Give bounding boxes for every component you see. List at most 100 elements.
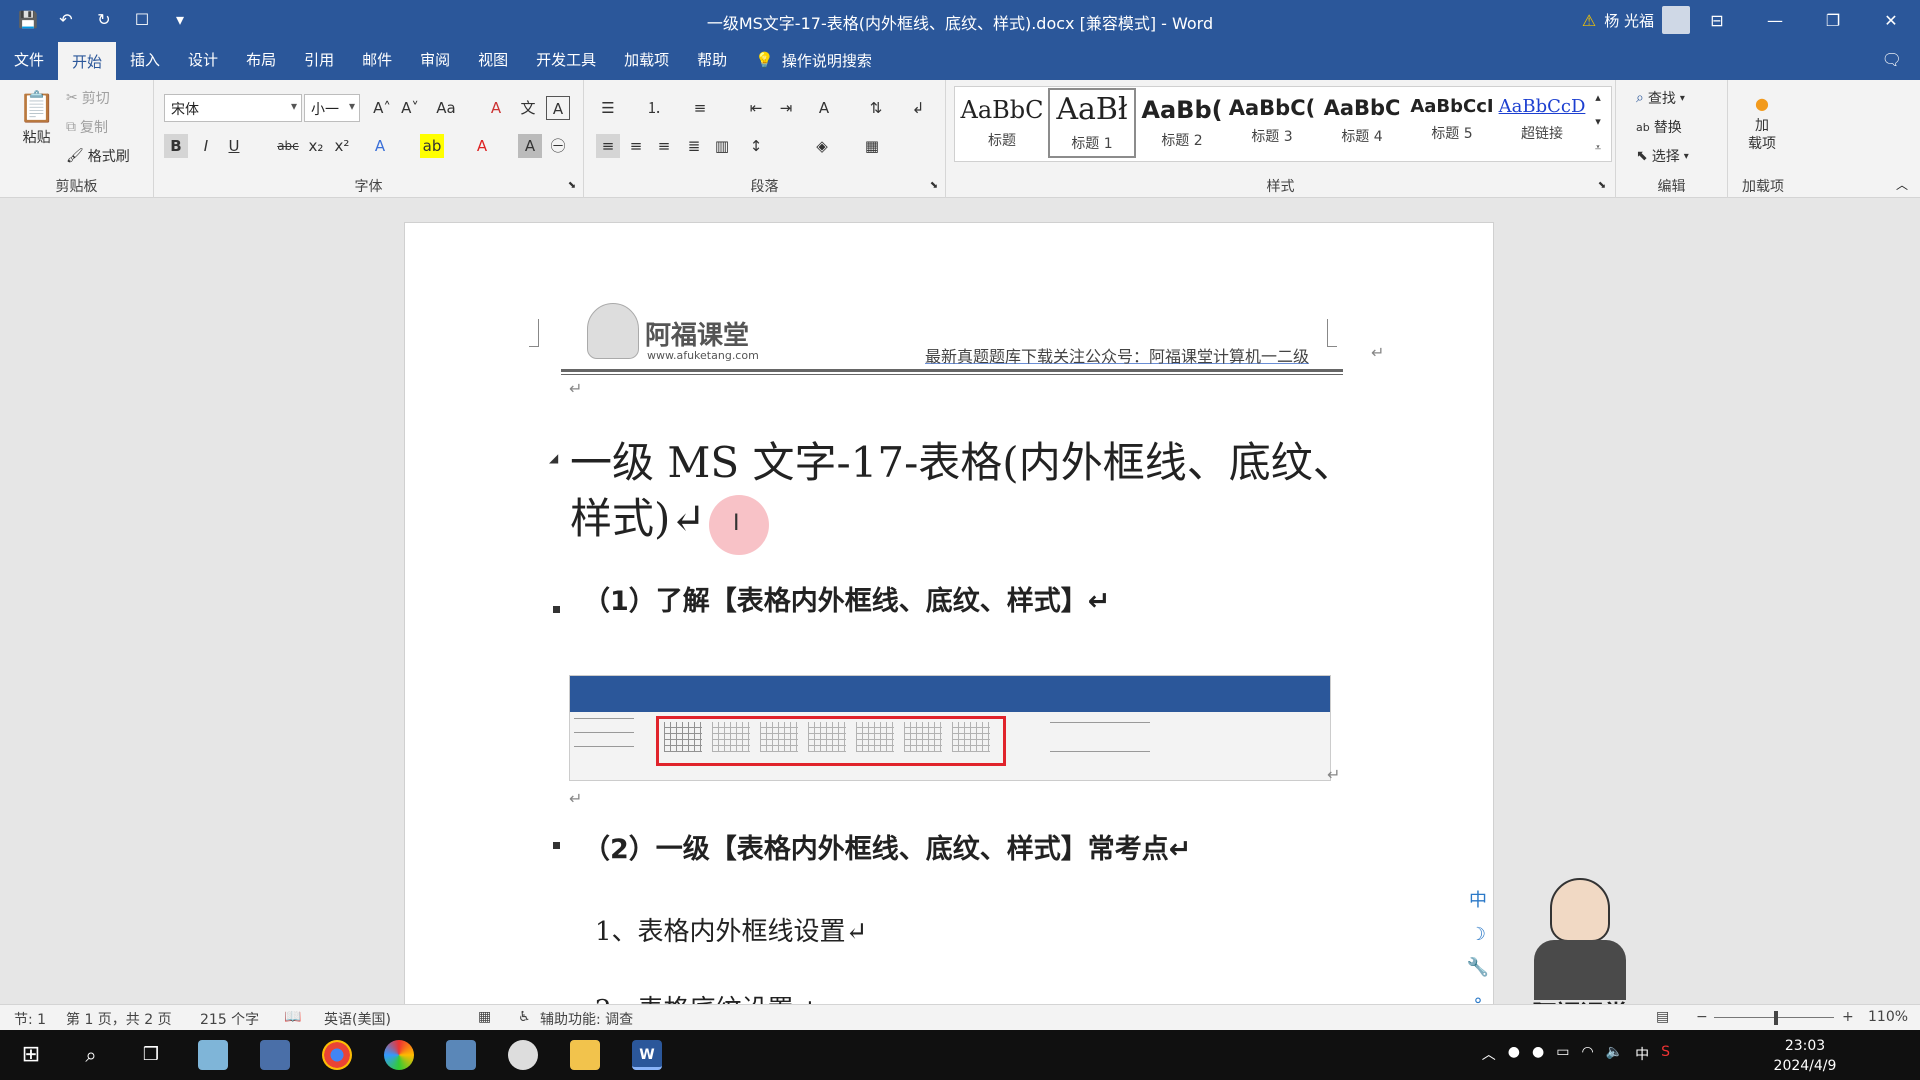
sort-icon[interactable]: ⇅ (864, 96, 888, 120)
gallery-up-icon[interactable]: ▴ (1586, 86, 1610, 110)
tab-view[interactable]: 视图 (464, 40, 522, 80)
restore-icon[interactable]: ❐ (1804, 0, 1862, 40)
tray-app-icon[interactable]: S (1661, 1044, 1670, 1064)
select-button[interactable]: ⬉ 选择 ▾ (1636, 146, 1689, 166)
app-icon[interactable] (260, 1040, 290, 1070)
wifi-icon[interactable]: ◠ (1581, 1044, 1593, 1064)
heading-2[interactable]: （2）一级【表格内外框线、底纹、样式】常考点↵ (583, 827, 1191, 866)
numbering-icon[interactable]: ⒈ (642, 96, 666, 120)
volume-icon[interactable]: 🔈 (1606, 1044, 1623, 1064)
app-icon[interactable] (384, 1040, 414, 1070)
tab-review[interactable]: 审阅 (406, 40, 464, 80)
addins-button[interactable]: ● 加 载项 (1748, 94, 1776, 153)
align-center-icon[interactable]: ≡ (624, 134, 648, 158)
proofing-icon[interactable]: 📖 (284, 1009, 301, 1025)
wrench-icon[interactable]: 🔧 (1467, 957, 1489, 978)
chevron-up-icon[interactable]: ︿ (1482, 1044, 1496, 1064)
list-item[interactable]: 1、表格内外框线设置↵ (595, 911, 867, 948)
superscript-icon[interactable]: x² (330, 134, 354, 158)
macro-icon[interactable]: ▦ (478, 1009, 491, 1025)
zoom-level[interactable]: 110% (1868, 1009, 1908, 1025)
embedded-screenshot[interactable] (569, 675, 1331, 781)
tab-help[interactable]: 帮助 (683, 40, 741, 80)
change-case-icon[interactable]: Aa (434, 96, 458, 120)
style-hyperlink[interactable]: AaBbCcD 超链接 (1498, 88, 1586, 158)
paste-button[interactable]: 📋 粘贴 (18, 90, 55, 147)
header-note[interactable]: 最新真题题库下载关注公众号：阿福课堂计算机一二级 (925, 343, 1309, 367)
collapse-ribbon-icon[interactable]: ︿ (1896, 176, 1908, 193)
avatar[interactable] (1662, 6, 1690, 34)
decrease-indent-icon[interactable]: ⇤ (744, 96, 768, 120)
status-language[interactable]: 英语(美国) (324, 1009, 391, 1029)
clock[interactable]: 23:03 2024/4/9 (1760, 1036, 1850, 1076)
style-heading5[interactable]: AaBbCcI 标题 5 (1408, 88, 1496, 158)
chrome-icon[interactable] (322, 1040, 352, 1070)
tab-layout[interactable]: 布局 (232, 40, 290, 80)
page[interactable]: 阿福课堂 www.afuketang.com 最新真题题库下载关注公众号：阿福课… (404, 222, 1494, 1004)
word-icon[interactable]: W (632, 1040, 662, 1070)
status-words[interactable]: 215 个字 (200, 1009, 259, 1029)
user-area[interactable]: ⚠ 杨 光福 (1582, 6, 1690, 34)
list-item[interactable]: 2、表格底纹设置↵ (595, 989, 815, 1004)
app-icon[interactable] (508, 1040, 538, 1070)
shrink-font-icon[interactable]: A˅ (398, 96, 422, 120)
style-heading1[interactable]: AaBł 标题 1 (1048, 88, 1136, 158)
multilevel-list-icon[interactable]: ≡ (688, 96, 712, 120)
replace-button[interactable]: ab 替换 (1636, 117, 1682, 137)
zoom-in-icon[interactable]: + (1842, 1009, 1854, 1025)
tab-developer[interactable]: 开发工具 (522, 40, 610, 80)
document-title[interactable]: 一级 MS 文字-17-表格(内外框线、底纹、 样式)↵ (570, 435, 1370, 547)
style-heading2[interactable]: AaBb(标题 2 (1138, 88, 1226, 158)
user-name[interactable]: 杨 光福 (1604, 10, 1654, 31)
tab-file[interactable]: 文件 (0, 40, 58, 80)
status-accessibility[interactable]: 辅助功能: 调查 (540, 1009, 633, 1029)
subscript-icon[interactable]: x₂ (304, 134, 328, 158)
battery-icon[interactable]: ▭ (1556, 1044, 1569, 1064)
chinese-layout-icon[interactable]: A (812, 96, 836, 120)
show-marks-icon[interactable]: ↲ (906, 96, 930, 120)
ime-chinese-icon[interactable]: 中 (1469, 886, 1487, 912)
comments-icon[interactable]: 🗨 (1882, 50, 1902, 69)
style-heading3[interactable]: AaBbC(标题 3 (1228, 88, 1316, 158)
file-explorer-icon[interactable] (570, 1040, 600, 1070)
start-icon[interactable]: ⊞ (16, 1040, 46, 1070)
distributed-icon[interactable]: ▥ (710, 134, 734, 158)
text-effects-icon[interactable]: A (368, 134, 392, 158)
font-color-icon[interactable]: A (470, 134, 494, 158)
minimize-icon[interactable]: — (1746, 0, 1804, 40)
tray-app-icon[interactable]: ● (1532, 1044, 1544, 1064)
format-painter-button[interactable]: 🖌 格式刷 (66, 146, 130, 166)
grow-font-icon[interactable]: A˄ (370, 96, 394, 120)
zoom-out-icon[interactable]: − (1696, 1009, 1708, 1025)
collapse-triangle-icon[interactable]: ◢ (549, 451, 558, 465)
warning-icon[interactable]: ⚠ (1582, 11, 1596, 30)
style-title[interactable]: AaBbC 标题 (958, 88, 1046, 158)
accessibility-icon[interactable]: ♿ (518, 1009, 531, 1025)
tab-home[interactable]: 开始 (58, 40, 117, 80)
italic-icon[interactable]: I (194, 134, 218, 158)
justify-icon[interactable]: ≣ (682, 134, 706, 158)
shading-icon[interactable]: ◈ (810, 134, 834, 158)
app-icon[interactable] (446, 1040, 476, 1070)
line-spacing-icon[interactable]: ↕ (744, 134, 768, 158)
align-left-icon[interactable]: ≡ (596, 134, 620, 158)
font-name-combo[interactable]: 宋体 (164, 94, 302, 122)
gallery-more-icon[interactable]: ⩡ (1586, 136, 1610, 160)
copy-button[interactable]: ⧉ 复制 (66, 117, 108, 137)
tab-mailings[interactable]: 邮件 (348, 40, 406, 80)
gallery-down-icon[interactable]: ▾ (1586, 110, 1610, 134)
strikethrough-icon[interactable]: abc (276, 134, 300, 158)
bold-icon[interactable]: B (164, 134, 188, 158)
status-page[interactable]: 第 1 页，共 2 页 (66, 1009, 172, 1029)
style-heading4[interactable]: AaBbC 标题 4 (1318, 88, 1406, 158)
find-button[interactable]: ⌕ 查找 ▾ (1636, 88, 1685, 108)
underline-icon[interactable]: U (222, 134, 246, 158)
moon-icon[interactable]: ☽ (1470, 924, 1486, 945)
task-view-icon[interactable]: ❒ (136, 1040, 166, 1070)
char-border-icon[interactable]: A (546, 96, 570, 120)
font-size-combo[interactable]: 小一 (304, 94, 360, 122)
status-section[interactable]: 节: 1 (14, 1009, 46, 1029)
heading-1[interactable]: （1）了解【表格内外框线、底纹、样式】↵ (583, 579, 1110, 618)
search-icon[interactable]: ⌕ (76, 1040, 106, 1070)
tray-app-icon[interactable]: ● (1508, 1044, 1520, 1064)
